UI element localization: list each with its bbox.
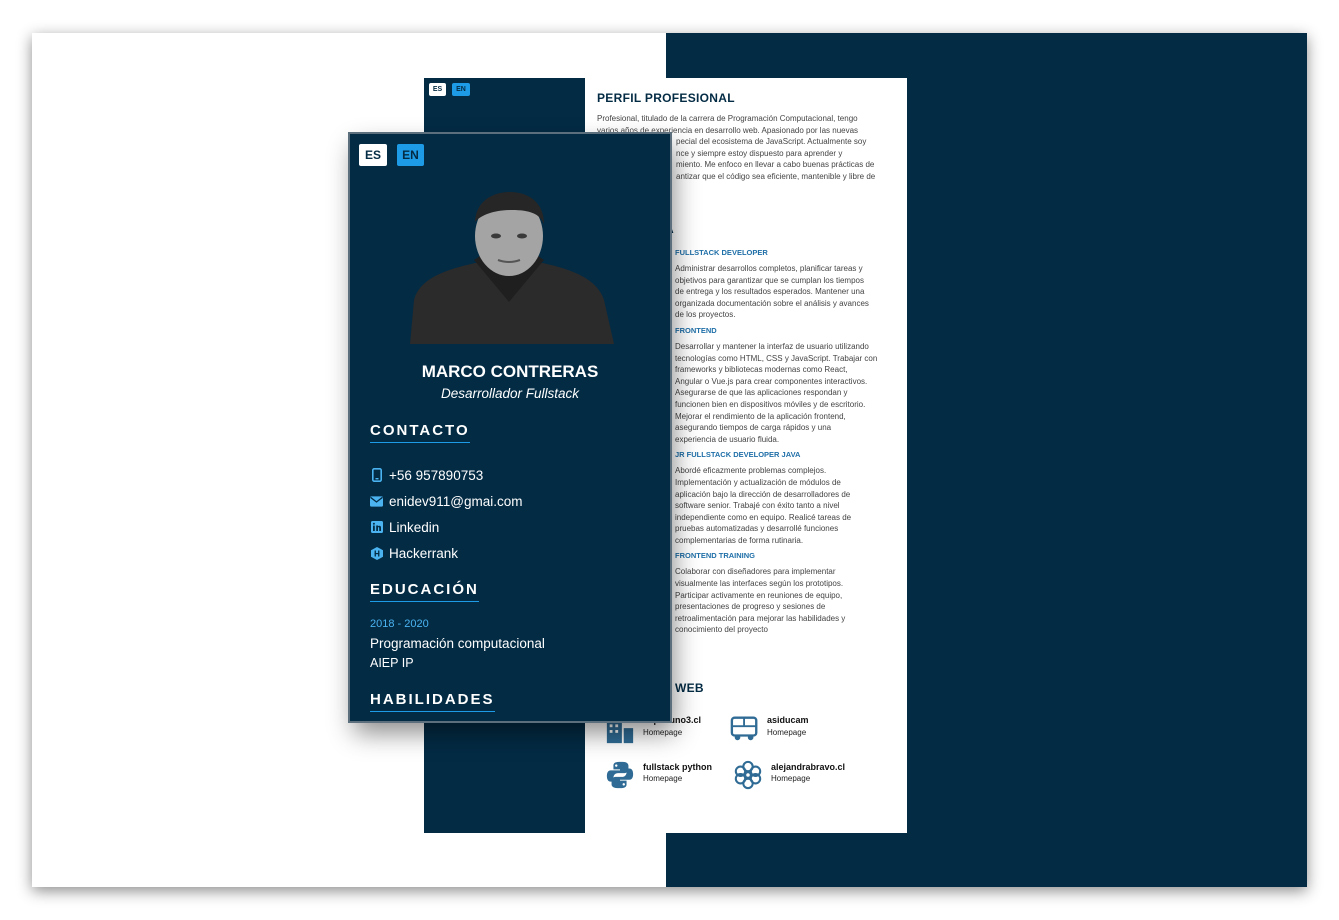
contact-phone[interactable]: +56 957890753: [370, 466, 483, 484]
profile-line: Profesional, titulado de la carrera de P…: [597, 114, 858, 123]
job-title: FULLSTACK DEVELOPER: [675, 248, 768, 257]
job-line: funcionen bien en dispositivos móviles y…: [675, 399, 866, 409]
job-title: FRONTEND TRAINING: [675, 551, 755, 561]
lang-en-button[interactable]: EN: [452, 83, 470, 96]
project-sub: Homepage: [643, 728, 683, 737]
job-line: Administrar desarrollos completos, plani…: [675, 264, 863, 273]
job-line: Desarrollar y mantener la interfaz de us…: [675, 341, 869, 351]
web-heading: WEB: [675, 681, 704, 695]
education-years: 2018 - 2020: [370, 618, 429, 630]
job-line: tecnologías como HTML, CSS y JavaScript.…: [675, 353, 878, 363]
job-line: independiente como en equipo. Realicé ta…: [675, 512, 852, 522]
project-name[interactable]: alejandrabravo.cl: [771, 762, 845, 772]
job-title: JR FULLSTACK DEVELOPER JAVA: [675, 450, 801, 460]
job-line: software senior. Trabajé con éxito tanto…: [675, 501, 840, 511]
project-sub: Homepage: [643, 774, 683, 783]
job-line: asegurando tiempos de carga rápidos y un…: [675, 423, 832, 433]
linkedin-icon: [370, 521, 383, 534]
mobile-cv: ES EN MARCO CONTRERAS Desarrollador Full…: [350, 134, 670, 721]
hackerrank-text[interactable]: Hackerrank: [389, 546, 458, 561]
job-item: FRONTEND Desarrollar y mantener la inter…: [675, 326, 900, 445]
lang-es-button[interactable]: ES: [359, 144, 387, 166]
project-sub: Homepage: [767, 728, 807, 737]
job-item: FULLSTACK DEVELOPER Administrar desarrol…: [675, 248, 900, 321]
job-line: visualmente las interfaces según los pro…: [675, 579, 844, 589]
job-line: pruebas automatizadas y desarrollé funci…: [675, 524, 839, 534]
lang-en-button[interactable]: EN: [397, 144, 424, 166]
job-line: de los proyectos.: [675, 310, 736, 320]
job-line: Asegurarse de que las aplicaciones respo…: [675, 388, 848, 398]
contact-hackerrank[interactable]: Hackerrank: [370, 544, 458, 562]
contact-linkedin[interactable]: Linkedin: [370, 518, 439, 536]
job-line: presentaciones de progreso y sesiones de: [675, 602, 826, 612]
job-line: objetivos para garantizar que se cumplan…: [675, 275, 864, 285]
project-name[interactable]: fullstack python: [643, 762, 712, 772]
linkedin-text[interactable]: Linkedin: [389, 520, 439, 535]
job-line: Abordé eficazmente problemas complejos.: [675, 466, 827, 476]
education-degree: Programación computacional: [370, 636, 545, 651]
job-line: aplicación bajo la dirección de desarrol…: [675, 489, 851, 499]
python-icon: [606, 761, 634, 789]
job-line: frameworks y bibliotecas modernas como R…: [675, 365, 848, 375]
education-heading: EDUCACIÓN: [370, 581, 479, 602]
contact-email[interactable]: enidev911@gmai.com: [370, 492, 523, 510]
lang-es-button[interactable]: ES: [429, 83, 446, 96]
hackerrank-icon: [370, 546, 383, 560]
profile-heading: PERFIL PROFESIONAL: [597, 91, 735, 105]
job-line: complementarias de forma rutinaria.: [675, 535, 804, 545]
job-line: conocimiento del proyecto: [675, 625, 768, 635]
email-text[interactable]: enidev911@gmai.com: [389, 494, 523, 509]
job-item: FRONTEND TRAINING Colaborar con diseñado…: [675, 551, 900, 636]
project-name[interactable]: asiducam: [767, 715, 809, 725]
job-line: Participar activamente en reuniones de e…: [675, 590, 843, 600]
phone-icon: [370, 468, 383, 482]
job-item: JR FULLSTACK DEVELOPER JAVA Abordé efica…: [675, 450, 900, 546]
job-title: FRONTEND: [675, 325, 717, 335]
skills-heading: HABILIDADES: [370, 691, 495, 712]
profile-photo: [400, 190, 618, 344]
job-line: organizada documentación sobre el anális…: [675, 298, 869, 308]
flower-icon: [734, 760, 762, 790]
experience-list: FULLSTACK DEVELOPER Administrar desarrol…: [675, 248, 900, 636]
person-role: Desarrollador Fullstack: [440, 386, 580, 401]
job-line: Angular o Vue.js para crear componentes …: [675, 376, 868, 386]
job-line: retroalimentación para mejorar las habil…: [675, 613, 846, 623]
job-line: experiencia de usuario fluida.: [675, 434, 780, 444]
job-line: Mejorar el rendimiento de la aplicación …: [675, 411, 846, 421]
envelope-icon: [370, 495, 383, 508]
project-sub: Homepage: [771, 774, 811, 783]
bus-icon: [730, 716, 758, 741]
job-line: Colaborar con diseñadores para implement…: [675, 567, 836, 577]
job-line: Implementación y actualización de módulo…: [675, 477, 841, 487]
phone-text[interactable]: +56 957890753: [389, 468, 483, 483]
education-school: AIEP IP: [370, 656, 414, 670]
job-line: de entrega y los resultados esperados. M…: [675, 287, 865, 297]
contact-heading: CONTACTO: [370, 422, 470, 443]
person-name: MARCO CONTRERAS: [421, 362, 599, 381]
